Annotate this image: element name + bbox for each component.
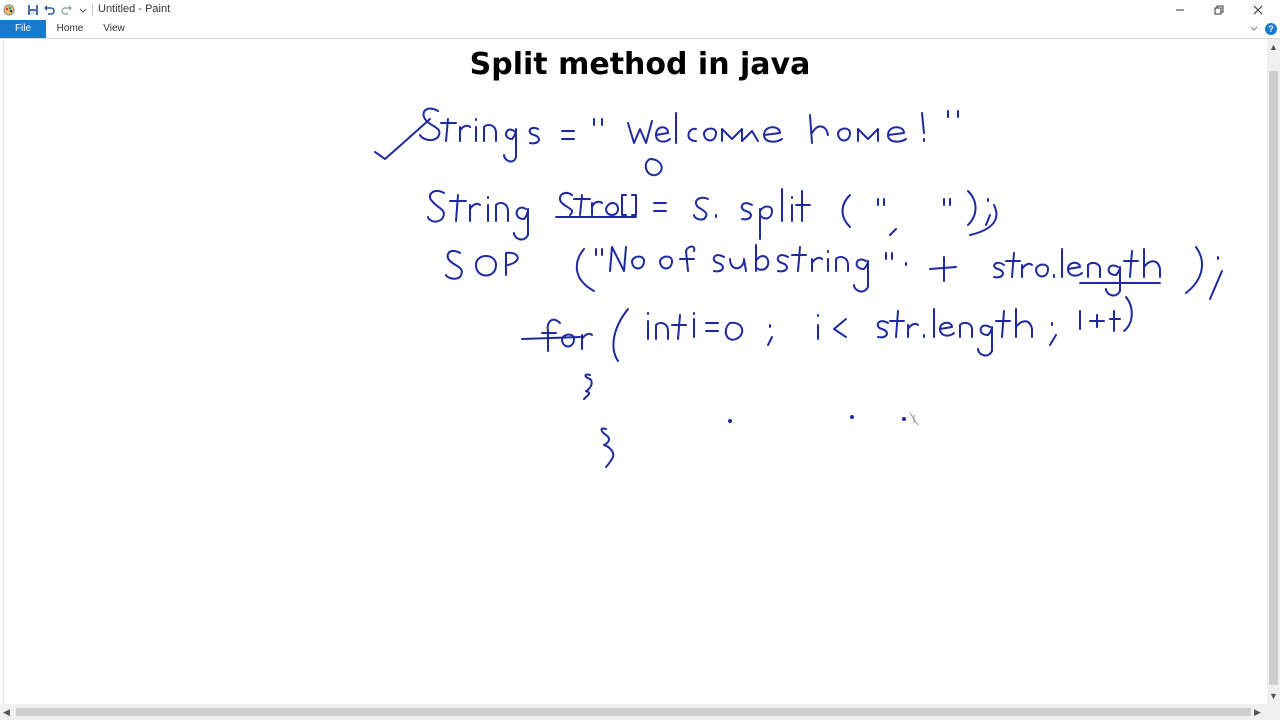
horizontal-scroll-thumb[interactable] <box>16 708 1251 716</box>
restore-button[interactable] <box>1199 0 1239 20</box>
chevron-down-icon <box>1250 26 1258 31</box>
scroll-down-icon[interactable]: ▼ <box>1269 691 1278 701</box>
handwritten-code-sketch <box>374 107 1223 468</box>
horizontal-scrollbar[interactable]: ◀ ▶ <box>0 704 1267 720</box>
undo-icon[interactable] <box>42 3 56 17</box>
minimize-icon <box>1176 9 1184 11</box>
tab-file[interactable]: File <box>0 20 46 38</box>
close-button[interactable] <box>1238 0 1278 20</box>
help-icon: ? <box>1265 23 1277 35</box>
vertical-scrollbar[interactable]: ▲ ▼ <box>1267 39 1280 704</box>
scroll-up-icon[interactable]: ▲ <box>1269 42 1278 52</box>
window-title: Untitled - Paint <box>98 3 171 15</box>
scroll-right-icon[interactable]: ▶ <box>1254 707 1261 717</box>
title-separator <box>92 4 93 16</box>
paint-app-icon[interactable] <box>2 3 16 17</box>
customize-toolbar-chevron-icon[interactable] <box>76 3 90 17</box>
tab-home[interactable]: Home <box>53 20 87 38</box>
quick-access-toolbar <box>2 3 16 17</box>
tab-view[interactable]: View <box>99 20 129 38</box>
save-icon[interactable] <box>26 3 40 17</box>
vertical-scroll-thumb[interactable] <box>1269 71 1278 685</box>
restore-icon <box>1214 5 1224 15</box>
ribbon-tabs: File Home View ? <box>0 20 1280 39</box>
scroll-left-icon[interactable]: ◀ <box>3 707 10 717</box>
title-bar: Untitled - Paint <box>0 0 1280 20</box>
help-button[interactable]: ? <box>1264 22 1278 36</box>
close-icon <box>1253 5 1263 15</box>
minimize-button[interactable] <box>1160 0 1200 20</box>
redo-icon[interactable] <box>60 3 74 17</box>
drawing-canvas[interactable]: Split method in java <box>0 39 1267 704</box>
scrollbar-corner <box>1267 704 1280 720</box>
minimize-ribbon-button[interactable] <box>1247 22 1261 36</box>
